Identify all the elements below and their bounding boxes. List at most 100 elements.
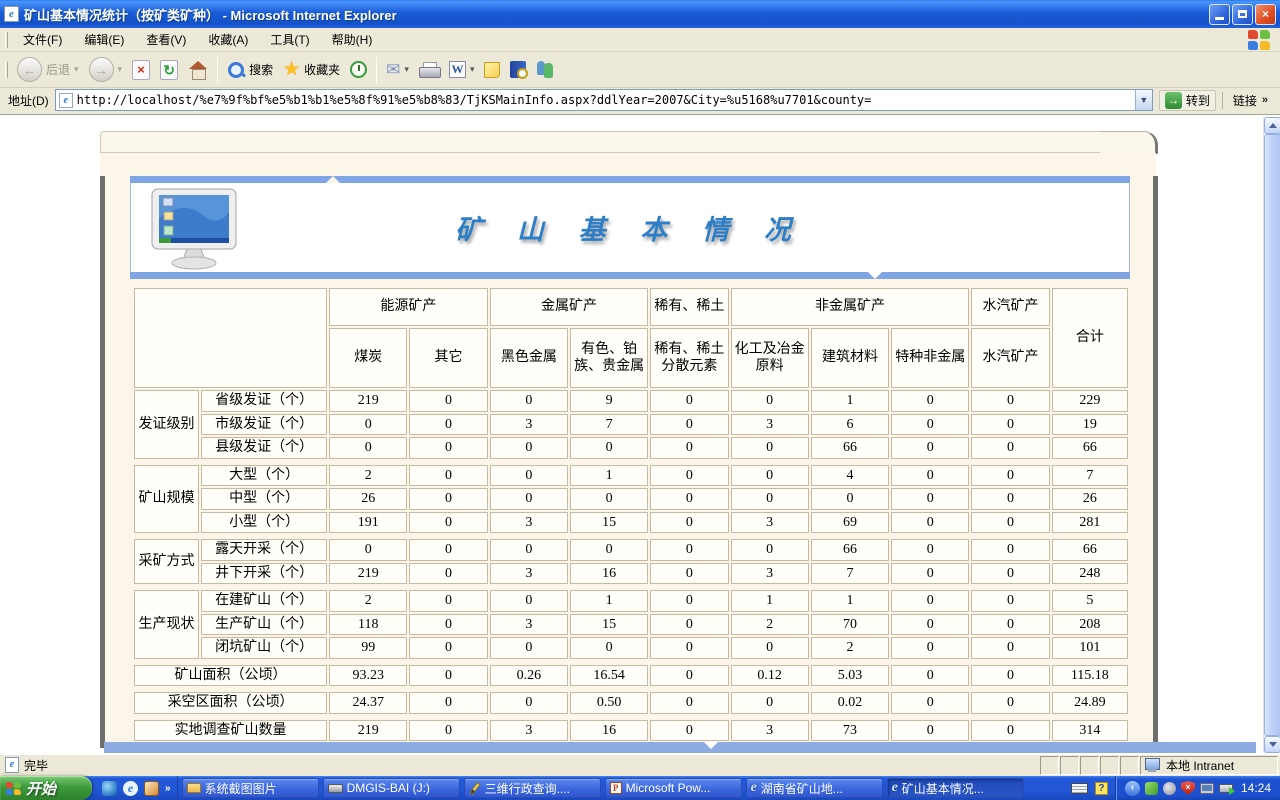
taskbar-task[interactable]: e矿山基本情况... bbox=[887, 778, 1024, 798]
scroll-down-icon bbox=[1269, 742, 1277, 747]
menu-view[interactable]: 查看(V) bbox=[135, 28, 197, 51]
tray-update-icon[interactable] bbox=[1145, 782, 1158, 795]
scroll-up-icon bbox=[1269, 123, 1277, 128]
value-cell: 0 bbox=[570, 637, 648, 659]
address-input[interactable]: e http://localhost/%e7%9f%bf%e5%b1%b1%e5… bbox=[55, 89, 1153, 111]
status-pane bbox=[1060, 756, 1079, 775]
windows-flag-icon bbox=[6, 782, 21, 795]
value-cell: 0 bbox=[971, 720, 1049, 742]
tray-collapse-icon[interactable]: ‹ bbox=[1125, 781, 1140, 796]
note-button[interactable] bbox=[479, 54, 505, 86]
taskbar-task[interactable]: e湖南省矿山地... bbox=[746, 778, 883, 798]
search-icon bbox=[227, 61, 245, 79]
toolbar-separator bbox=[376, 57, 377, 83]
row-label: 县级发证（个） bbox=[201, 437, 327, 459]
taskbar-task[interactable]: DMGIS-BAI (J:) bbox=[323, 778, 460, 798]
back-label: 后退 bbox=[46, 61, 70, 78]
value-cell: 101 bbox=[1052, 637, 1128, 659]
links-chevron-icon[interactable]: » bbox=[1262, 94, 1268, 106]
value-cell: 4 bbox=[811, 465, 889, 487]
edit-with-word-button[interactable]: W ▾ bbox=[444, 54, 480, 86]
restore-button[interactable] bbox=[1232, 4, 1253, 25]
value-cell: 5 bbox=[1052, 590, 1128, 612]
menu-tools[interactable]: 工具(T) bbox=[259, 28, 320, 51]
favorites-button[interactable]: ★ 收藏夹 bbox=[278, 54, 345, 86]
quick-launch-chevron-icon[interactable]: » bbox=[165, 783, 171, 794]
display-icon[interactable] bbox=[1200, 783, 1214, 794]
row-group-label: 生产现状 bbox=[134, 590, 199, 659]
menu-favorites[interactable]: 收藏(A) bbox=[197, 28, 259, 51]
status-bar: e 完毕 本地 Intranet bbox=[0, 753, 1280, 776]
taskbar-task[interactable]: 三维行政查询.... bbox=[464, 778, 601, 798]
keyboard-icon[interactable] bbox=[1071, 783, 1088, 794]
quick-launch-icon-1[interactable] bbox=[102, 781, 117, 796]
links-bar[interactable]: 链接 » bbox=[1222, 92, 1276, 109]
word-dropdown-icon[interactable]: ▾ bbox=[470, 64, 475, 75]
scroll-up-button[interactable] bbox=[1264, 117, 1280, 134]
back-icon: ← bbox=[17, 57, 42, 82]
table-row: 县级发证（个）000000660066 bbox=[134, 437, 1128, 459]
home-button[interactable] bbox=[183, 54, 213, 86]
mail-button[interactable]: ✉ ▾ bbox=[381, 54, 414, 86]
table-row: 发证级别省级发证（个）21900900100229 bbox=[134, 390, 1128, 412]
back-button[interactable]: ← 后退 ▾ bbox=[12, 54, 84, 86]
address-dropdown-button[interactable]: ▼ bbox=[1135, 90, 1152, 110]
start-button[interactable]: 开始 bbox=[0, 776, 92, 800]
print-button[interactable] bbox=[414, 54, 444, 86]
value-cell: 0.12 bbox=[731, 665, 809, 687]
taskbar-task[interactable]: 系统截图图片 bbox=[182, 778, 319, 798]
vertical-scrollbar[interactable] bbox=[1263, 117, 1280, 753]
task-label: 系统截图图片 bbox=[205, 780, 277, 797]
forward-dropdown-icon[interactable]: ▾ bbox=[118, 64, 123, 75]
group-spacer bbox=[134, 461, 1128, 463]
mail-dropdown-icon[interactable]: ▾ bbox=[404, 64, 409, 75]
corner-cell bbox=[134, 288, 327, 388]
taskbar-task[interactable]: PMicrosoft Pow... bbox=[605, 778, 742, 798]
forward-button[interactable]: → ▾ bbox=[84, 54, 128, 86]
research-button[interactable] bbox=[505, 54, 531, 86]
quick-launch-icon-3[interactable] bbox=[144, 781, 159, 796]
go-button[interactable]: → 转到 bbox=[1159, 90, 1216, 111]
value-cell: 0 bbox=[891, 665, 969, 687]
volume-icon[interactable] bbox=[1163, 782, 1176, 795]
menubar-grip[interactable] bbox=[5, 32, 8, 48]
close-button[interactable]: × bbox=[1255, 4, 1276, 25]
history-button[interactable] bbox=[345, 54, 372, 86]
value-cell: 0 bbox=[971, 414, 1049, 436]
menu-file[interactable]: 文件(F) bbox=[12, 28, 73, 51]
ie-toolbar: ← 后退 ▾ → ▾ × ↻ 搜索 ★ 收藏夹 ✉ ▾ W ▾ bbox=[0, 52, 1280, 88]
security-shield-icon[interactable]: × bbox=[1181, 781, 1195, 795]
value-cell: 0 bbox=[650, 539, 728, 561]
refresh-button[interactable]: ↻ bbox=[155, 54, 183, 86]
help-icon[interactable]: ? bbox=[1095, 782, 1108, 795]
value-cell: 0 bbox=[650, 590, 728, 612]
value-cell: 0 bbox=[650, 437, 728, 459]
value-cell: 0 bbox=[409, 390, 487, 412]
panel-right-shadow bbox=[1153, 176, 1158, 744]
powerpoint-icon: P bbox=[610, 782, 622, 794]
security-zone-pane: 本地 Intranet bbox=[1140, 756, 1278, 775]
messenger-button[interactable] bbox=[531, 54, 561, 86]
mail-icon: ✉ bbox=[386, 60, 400, 80]
scroll-down-button[interactable] bbox=[1264, 736, 1280, 753]
sub-col-header: 黑色金属 bbox=[490, 328, 568, 388]
menu-edit[interactable]: 编辑(E) bbox=[73, 28, 135, 51]
back-dropdown-icon[interactable]: ▾ bbox=[74, 64, 79, 75]
toolbar-grip[interactable] bbox=[5, 62, 8, 78]
quick-launch-ie-icon[interactable]: e bbox=[123, 781, 138, 796]
stop-button[interactable]: × bbox=[127, 54, 155, 86]
col-group-header: 金属矿产 bbox=[490, 288, 649, 326]
scrollbar-thumb[interactable] bbox=[1264, 134, 1280, 736]
menu-help[interactable]: 帮助(H) bbox=[321, 28, 384, 51]
minimize-button[interactable] bbox=[1209, 4, 1230, 25]
value-cell: 2 bbox=[329, 590, 407, 612]
value-cell: 0 bbox=[409, 414, 487, 436]
value-cell: 0 bbox=[971, 665, 1049, 687]
row-label: 小型（个） bbox=[201, 512, 327, 534]
value-cell: 0 bbox=[731, 637, 809, 659]
value-cell: 0 bbox=[971, 437, 1049, 459]
value-cell: 5.03 bbox=[811, 665, 889, 687]
safely-remove-icon[interactable] bbox=[1219, 784, 1233, 793]
search-button[interactable]: 搜索 bbox=[222, 54, 278, 86]
value-cell: 16 bbox=[570, 563, 648, 585]
